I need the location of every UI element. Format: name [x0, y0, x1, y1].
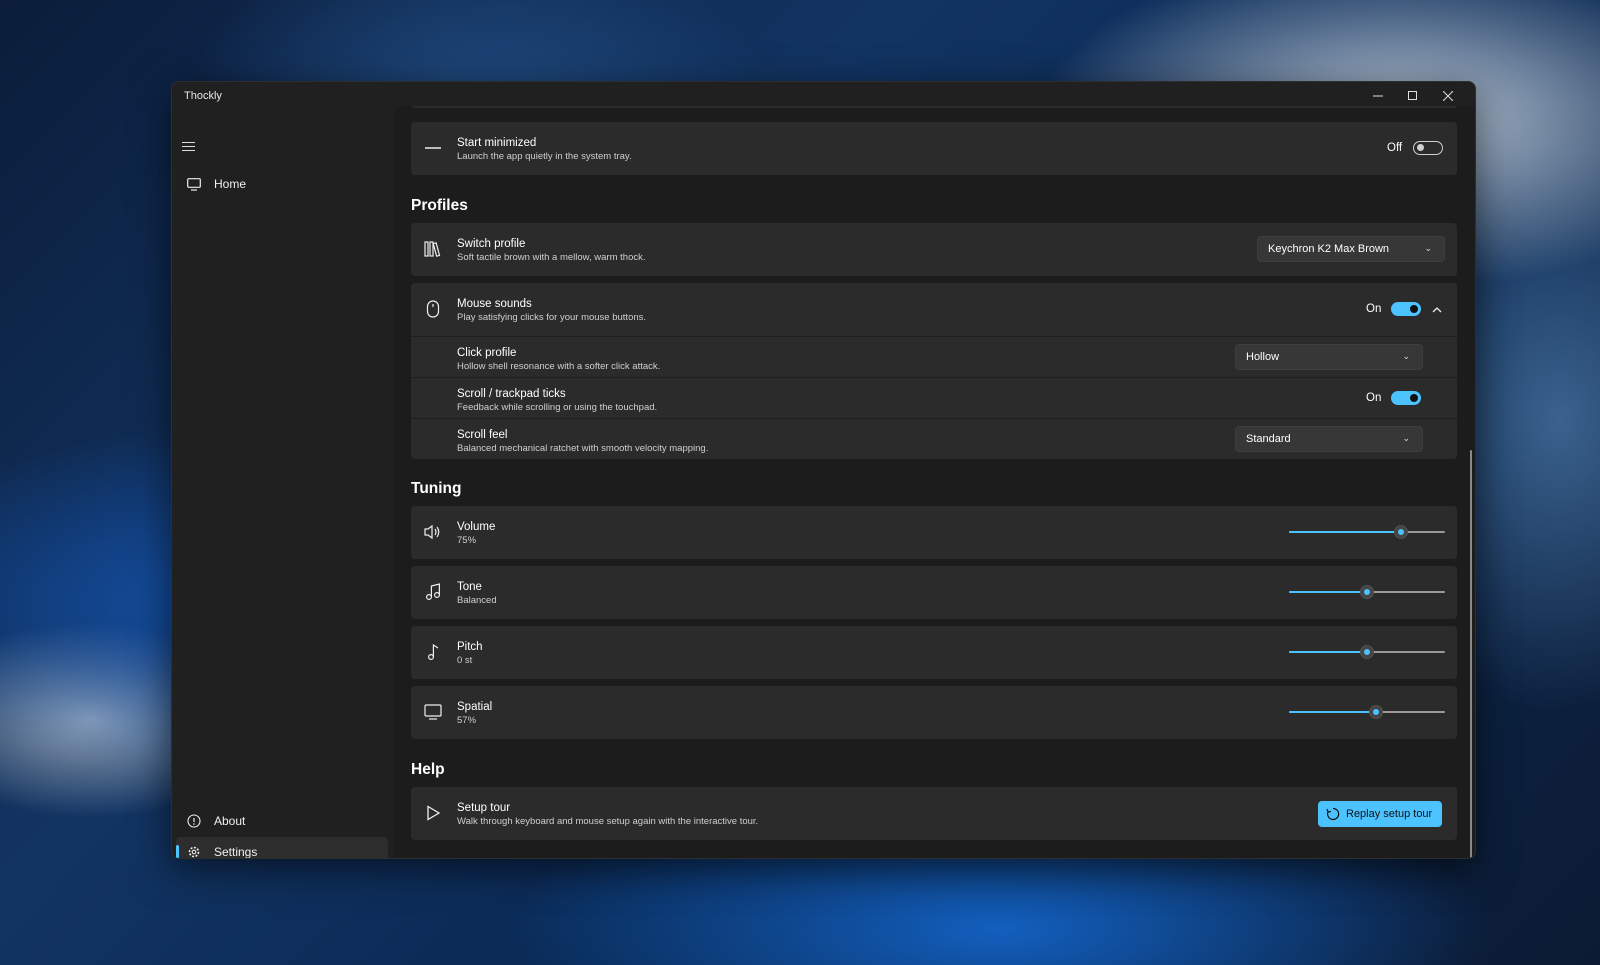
row-title: Mouse sounds [457, 298, 532, 310]
scroll-ticks-toggle[interactable] [1391, 391, 1421, 405]
row-description: Hollow shell resonance with a softer cli… [457, 361, 661, 372]
volume-row: Volume 75% [411, 506, 1457, 559]
row-title: Spatial [457, 701, 493, 713]
pitch-slider[interactable] [1289, 644, 1445, 660]
row-title: Setup tour [457, 802, 511, 814]
mouse-sounds-group: Mouse sounds Play satisfying clicks for … [411, 283, 1457, 459]
toggle-state-label: On [1366, 392, 1382, 404]
row-description: Walk through keyboard and mouse setup ag… [457, 816, 759, 827]
gear-icon [186, 844, 202, 858]
row-description: Launch the app quietly in the system tra… [457, 151, 632, 162]
sidebar-item-label: Home [214, 177, 247, 191]
section-title-profiles: Profiles [411, 197, 468, 214]
settings-content[interactable]: Start minimized Launch the app quietly i… [394, 106, 1475, 858]
row-value: 57% [457, 715, 477, 726]
switch-profile-row: Switch profile Soft tactile brown with a… [411, 223, 1457, 276]
row-title: Switch profile [457, 238, 526, 250]
dropdown-value: Standard [1246, 433, 1291, 445]
row-value: 75% [457, 535, 477, 546]
mouse-sounds-row[interactable]: Mouse sounds Play satisfying clicks for … [411, 283, 1457, 336]
pitch-row: Pitch 0 st [411, 626, 1457, 679]
tone-row: Tone Balanced [411, 566, 1457, 619]
hamburger-menu-icon[interactable] [182, 142, 198, 156]
row-title: Click profile [457, 347, 517, 359]
replay-setup-tour-button[interactable]: Replay setup tour [1318, 801, 1443, 827]
chevron-down-icon: ⌄ [1424, 243, 1432, 253]
library-icon [423, 239, 443, 259]
row-value: Balanced [457, 595, 497, 606]
minus-icon [423, 138, 443, 158]
mouse-sounds-toggle[interactable] [1391, 302, 1421, 316]
row-title: Scroll feel [457, 429, 508, 441]
sidebar-item-settings[interactable]: Settings [176, 837, 388, 859]
row-title: Pitch [457, 641, 483, 653]
button-label: Replay setup tour [1346, 808, 1433, 820]
chevron-down-icon: ⌄ [1402, 351, 1410, 361]
click-profile-row: Click profile Hollow shell resonance wit… [411, 337, 1457, 377]
profile-dropdown[interactable]: Keychron K2 Max Brown ⌄ [1257, 236, 1445, 262]
row-title: Start minimized [457, 137, 537, 149]
row-title: Volume [457, 521, 496, 533]
tone-slider[interactable] [1289, 584, 1445, 600]
toggle-state-label: On [1366, 303, 1382, 315]
previous-card-edge [411, 106, 1457, 108]
replay-icon [1326, 807, 1340, 821]
scroll-ticks-row: Scroll / trackpad ticks Feedback while s… [411, 378, 1457, 418]
toggle-state-label: Off [1387, 142, 1403, 154]
row-description: Soft tactile brown with a mellow, warm t… [457, 252, 646, 263]
sidebar-item-label: About [214, 814, 246, 828]
row-title: Tone [457, 581, 482, 593]
row-title: Scroll / trackpad ticks [457, 388, 566, 400]
setup-tour-row: Setup tour Walk through keyboard and mou… [411, 787, 1457, 840]
app-title: Thockly [184, 90, 222, 102]
app-window: Thockly Home About Settings Start minimi… [171, 81, 1476, 859]
mouse-icon [423, 299, 443, 319]
dropdown-value: Hollow [1246, 351, 1280, 363]
speaker-icon [423, 522, 443, 542]
monitor-icon [423, 702, 443, 722]
sidebar-item-label: Settings [214, 845, 258, 859]
maximize-icon [1408, 91, 1417, 100]
sidebar-item-home[interactable]: Home [176, 169, 388, 199]
section-title-help: Help [411, 761, 445, 778]
volume-slider[interactable] [1289, 524, 1445, 540]
row-value: 0 st [457, 655, 473, 666]
info-icon [186, 813, 202, 829]
row-description: Feedback while scrolling or using the to… [457, 402, 658, 413]
play-icon [423, 803, 443, 823]
section-title-tuning: Tuning [411, 480, 462, 497]
row-description: Balanced mechanical ratchet with smooth … [457, 443, 709, 454]
scroll-feel-dropdown[interactable]: Standard ⌄ [1235, 426, 1423, 452]
start-minimized-row: Start minimized Launch the app quietly i… [411, 122, 1457, 175]
dropdown-value: Keychron K2 Max Brown [1268, 243, 1390, 255]
sidebar-item-about[interactable]: About [176, 806, 388, 836]
chevron-up-icon[interactable] [1432, 301, 1442, 319]
minimize-icon [1373, 95, 1383, 97]
sidebar: Home About Settings [172, 114, 394, 858]
eighth-note-icon [423, 642, 443, 662]
chevron-down-icon: ⌄ [1402, 433, 1410, 443]
click-profile-dropdown[interactable]: Hollow ⌄ [1235, 344, 1423, 370]
close-icon [1443, 91, 1453, 101]
scroll-feel-row: Scroll feel Balanced mechanical ratchet … [411, 419, 1457, 459]
start-minimized-toggle[interactable] [1413, 141, 1443, 155]
monitor-icon [186, 176, 202, 192]
spatial-slider[interactable] [1289, 704, 1445, 720]
vertical-scrollbar[interactable] [1470, 450, 1472, 858]
row-description: Play satisfying clicks for your mouse bu… [457, 312, 647, 323]
spatial-row: Spatial 57% [411, 686, 1457, 739]
music-note-icon [423, 582, 443, 602]
